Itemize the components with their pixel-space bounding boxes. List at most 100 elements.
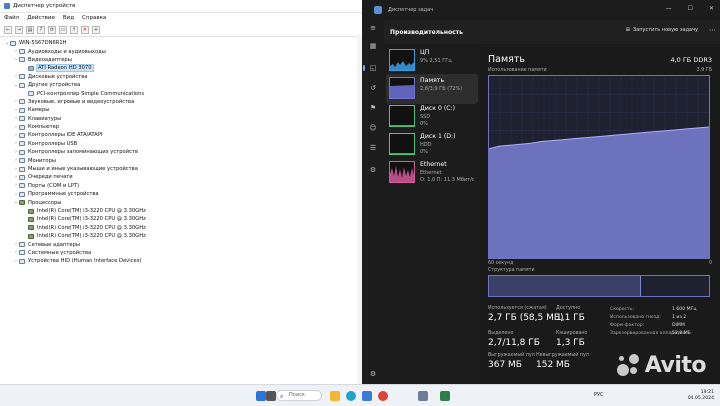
processes-icon[interactable]: ▦ [369,42,377,50]
tree-item[interactable]: › Компьютер [4,123,362,131]
tree-item-label: Сетевые адаптеры [28,241,80,248]
menu-icon[interactable]: ≡ [369,24,377,32]
stat-label: Выгружаемый пул [488,353,535,358]
resource-card-disk[interactable]: Диск 0 (C:) SSD 0% [386,102,478,132]
resource-name: Диск 0 (C:) [420,105,456,112]
back-icon[interactable]: ← [4,25,12,34]
property-value: DIMM [672,323,685,328]
resource-card-disk2[interactable]: Диск 1 (D:) HDD 0% [386,130,478,160]
performance-icon[interactable]: ◱ [363,64,377,72]
history-icon[interactable]: ↺ [369,84,377,92]
startup-icon[interactable]: ⚑ [369,104,377,112]
menu-help[interactable]: Справка [82,15,106,21]
tree-item[interactable]: › Программные устройства [4,190,362,198]
tree-item-label: Программные устройства [28,191,99,198]
search-placeholder: Поиск [289,392,305,398]
tree-item[interactable]: › Сетевые адаптеры [4,240,362,248]
new-task-button[interactable]: ⊞ Запустить новую задачу [626,27,698,33]
tree-item[interactable]: ⌄ Процессоры [4,198,362,206]
tree-item[interactable]: › Аудиовходы и аудиовыходы [4,47,362,55]
stat-label: Выделено [488,331,514,336]
tree-item[interactable]: › Звуковые, игровые и видеоустройства [4,98,362,106]
tree-item[interactable]: › Мониторы [4,156,362,164]
tree-item[interactable]: PCI-контроллер Simple Communications [4,89,362,97]
tree-item-label: Устройства HID (Human Interface Devices) [28,258,142,265]
taskbar-search[interactable]: ⌕ Поиск [276,390,322,401]
store-icon[interactable] [362,391,372,401]
resource-card-eth[interactable]: Ethernet Ethernet О: 1,0 П: 11,3 Мбит/с [386,158,478,188]
cpu-icon [28,233,34,239]
stat-value: 1,3 ГБ [556,338,585,348]
tree-item[interactable]: › Контроллеры IDE ATA/ATAPI [4,131,362,139]
software-device-icon [19,191,25,197]
tree-item[interactable]: ⌄ Другие устройства [4,81,362,89]
tree-item[interactable]: › Дисковые устройства [4,73,362,81]
tree-item[interactable]: › Порты (COM и LPT) [4,182,362,190]
device-manager-icon[interactable] [418,391,428,401]
pci-icon [28,91,34,97]
properties-icon[interactable]: ▤ [26,25,34,34]
tree-item[interactable]: Intel(R) Core(TM) i3-3220 CPU @ 3.30GHz [4,224,362,232]
tree-item[interactable]: ⌄ Видеоадаптеры [4,56,362,64]
language-indicator[interactable]: РУС [594,392,604,398]
details-icon[interactable]: ☰ [369,144,377,152]
task-manager-icon[interactable] [440,391,450,401]
monitor-icon[interactable]: ▭ [59,25,67,34]
tree-item[interactable]: ATI Radeon HD 3070 [4,64,362,73]
resource-card-cpu[interactable]: ЦП 9% 2,51 ГГц [386,46,478,76]
monitor-icon [19,158,25,164]
services-icon[interactable]: ⚙ [369,166,377,174]
maximize-icon[interactable]: ☐ [688,5,693,12]
tree-item[interactable]: ⌄ WIN-5S67DN6R1H [4,39,362,47]
resource-name: ЦП [420,49,430,56]
tree-item[interactable]: › Камеры [4,106,362,114]
tree-item[interactable]: › Системные устройства [4,249,362,257]
resource-card-mem[interactable]: Память 2,8/3,9 ГБ (72%) [386,74,478,104]
tree-item[interactable]: › Устройства HID (Human Interface Devices… [4,257,362,265]
navigation-rail: ≡ ▦ ◱ ↺ ⚑ ☺ ☰ ⚙ ⚙ [362,20,384,384]
tree-item[interactable]: › Контроллеры USB [4,140,362,148]
add-icon[interactable]: + [92,25,100,34]
users-icon[interactable]: ☺ [369,124,377,132]
minimize-icon[interactable]: — [666,5,672,12]
menu-action[interactable]: Действие [27,15,55,21]
tree-item-label: Intel(R) Core(TM) i3-3220 CPU @ 3.30GHz [37,216,146,223]
resource-detail: HDD [420,142,432,148]
task-view-icon[interactable] [266,391,276,401]
help-icon[interactable]: ? [37,25,45,34]
other-device-icon [19,82,25,88]
close-icon[interactable]: ✕ [709,5,714,12]
tree-item[interactable]: Intel(R) Core(TM) i3-3220 CPU @ 3.30GHz [4,232,362,240]
resource-name: Ethernet [420,161,447,168]
explorer-icon[interactable] [330,391,340,401]
computer-icon [10,40,16,46]
start-icon[interactable] [256,391,266,401]
memory-title: Память [488,54,525,65]
tree-item[interactable]: › Клавиатуры [4,115,362,123]
tree-item[interactable]: › Мыши и иные указывающие устройства [4,165,362,173]
update-driver-icon[interactable]: ↑ [70,25,78,34]
stat-label: Доступно [556,306,581,311]
menu-file[interactable]: Файл [4,15,19,21]
port-icon [19,183,25,189]
tree-item[interactable]: › Контроллеры запоминающих устройств [4,148,362,156]
menu-view[interactable]: Вид [63,15,74,21]
edge-icon[interactable] [346,391,356,401]
remove-icon[interactable]: ✕ [81,25,89,34]
tree-item[interactable]: Intel(R) Core(TM) i3-3220 CPU @ 3.30GHz [4,207,362,215]
computer-icon [19,124,25,130]
tree-item[interactable]: › Очереди печати [4,173,362,181]
scan-icon[interactable]: ⟳ [48,25,56,34]
tree-item[interactable]: Intel(R) Core(TM) i3-3220 CPU @ 3.30GHz [4,215,362,223]
chrome-icon[interactable] [378,391,388,401]
tree-item-label: Камеры [28,107,50,114]
more-options-icon[interactable]: ⋯ [709,26,716,34]
settings-icon[interactable]: ⚙ [369,370,377,378]
tree-item-label: Системные устройства [28,249,92,256]
resource-detail-secondary: О: 1,0 П: 11,3 Мбит/с [420,177,475,183]
forward-icon[interactable]: → [15,25,23,34]
cpu-icon [28,225,34,231]
dm-title: Диспетчер устройств [13,3,76,9]
clock[interactable]: 19:21 04.05.2024 [688,390,714,401]
tree-item-label: Контроллеры запоминающих устройств [28,149,139,156]
